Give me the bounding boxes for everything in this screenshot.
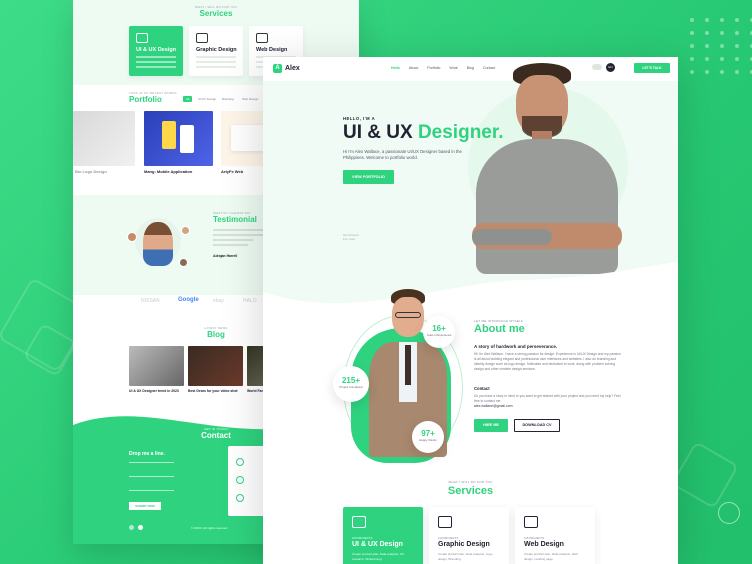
about-title: About me [474, 323, 525, 335]
client-avatar [179, 258, 188, 267]
service-tag: 115 PROJECTS [524, 536, 545, 540]
scroll-down-hint[interactable]: Scroll Down For more [343, 233, 359, 241]
nav-item-portfolio[interactable]: Portfolio [427, 66, 440, 70]
service-card-label: UI & UX Design [136, 47, 177, 53]
layers-icon [196, 33, 208, 43]
service-name: Web Design [524, 541, 564, 548]
stat-value: 215+ [341, 376, 361, 385]
social-icon[interactable] [138, 525, 143, 530]
download-cv-button[interactable]: DOWNLOAD CV [514, 419, 560, 432]
service-card-label: Graphic Design [196, 47, 237, 53]
service-card-web[interactable]: 115 PROJECTS Web Design Create product p… [515, 507, 595, 564]
service-name: Graphic Design [438, 541, 490, 548]
services-title: Services [199, 9, 233, 18]
service-card-ui-ux[interactable]: UI & UX Design [129, 26, 183, 76]
submit-button[interactable]: SUBMIT NOW [129, 502, 161, 510]
hero-greeting: HELLO, I'M A [343, 116, 376, 121]
testimonial-name: Adrajan Harrell [213, 254, 238, 258]
portfolio-item-title: ArtyFe Web [221, 169, 244, 174]
service-name: UI & UX Design [352, 541, 403, 548]
lets-talk-button[interactable]: LET'S TALK [634, 63, 670, 73]
services-tag: WHAT I WILL DO FOR YOU [448, 480, 493, 484]
about-subtitle: A story of hardwork and perseverance. [474, 344, 558, 349]
blog-thumb[interactable] [129, 346, 184, 386]
logo-icon: A [273, 64, 282, 73]
nav-item-about[interactable]: About [409, 66, 418, 70]
testimonial-quote [213, 229, 263, 246]
portfolio-tab-all[interactable]: All [183, 96, 193, 102]
blog-thumb[interactable] [188, 346, 243, 386]
service-desc: Create product plan. Data analysis, Logo… [438, 552, 493, 561]
client-logo: HALO [243, 298, 257, 304]
stat-label: Project Completed [339, 385, 363, 389]
layers-icon [438, 516, 452, 528]
stat-value: 16+ [432, 324, 446, 333]
ring-decoration [718, 502, 740, 524]
client-logo: ebay [213, 298, 224, 304]
contact-heading: Drop me a line. [129, 451, 165, 457]
social-icon[interactable] [129, 525, 134, 530]
footer-copyright: © 2023 | All rights reserved [191, 526, 228, 530]
hero-title-plain: UI & UX [343, 122, 418, 143]
stat-label: Years of Experience [426, 333, 452, 337]
service-card-graphic[interactable]: 120 PROJECTS Graphic Design Create produ… [429, 507, 509, 564]
brand-name: Alex [285, 65, 300, 72]
service-tag: 120 PROJECTS [438, 536, 459, 540]
service-tag: 100 PROJECTS [352, 536, 373, 540]
contact-label: Contact [474, 386, 490, 391]
portfolio-tab-web[interactable]: Web Design [239, 96, 261, 102]
monitor-icon [136, 33, 148, 43]
portfolio-thumb[interactable] [73, 111, 135, 166]
brand-logo[interactable]: A Alex [273, 64, 300, 73]
stat-badge-experience: 16+ Years of Experience [423, 316, 455, 348]
portfolio-item-title: Bio Logo Design [75, 169, 107, 174]
client-logo: NISSAN [141, 298, 160, 304]
service-card-graphic[interactable]: Graphic Design [189, 26, 243, 76]
stat-badge-clients: 97+ Happy Clients [412, 421, 444, 453]
portfolio-item-title: Mang: Mobile Application [144, 169, 193, 174]
hero-portrait [468, 61, 628, 274]
nav-item-hello[interactable]: Hello [391, 66, 400, 70]
services-title: Services [447, 485, 494, 497]
portfolio-tab-branding[interactable]: Branding [219, 96, 237, 102]
scroll-sub: For more [343, 237, 356, 241]
hero-description: Hi I'm Alex Wallace, a passionate UI/UX … [343, 149, 462, 160]
browser-icon [256, 33, 268, 43]
nav-item-work[interactable]: Work [449, 66, 457, 70]
client-avatar [127, 232, 137, 242]
testimonial-title: Testimonial [213, 215, 257, 224]
service-desc: Create product plan. Data analysis, UX r… [352, 552, 404, 561]
stat-badge-projects: 215+ Project Completed [333, 366, 369, 402]
contact-email[interactable]: alex.wallace@gmail.com [474, 404, 513, 408]
blog-post-title: Best Gears for your video shot [188, 389, 238, 393]
contact-paragraph: Do you have a story in mind or you want … [474, 394, 621, 403]
portfolio-title: Portfolio [129, 95, 162, 104]
testimonial-avatar [143, 222, 173, 266]
wave-divider [263, 262, 678, 322]
about-paragraph: Hi! I'm Alex Wallace. I have a strong pa… [474, 352, 621, 371]
browser-icon [524, 516, 538, 528]
view-portfolio-button[interactable]: VIEW PORTFOLIO [343, 170, 394, 184]
client-avatar [181, 226, 190, 235]
monitor-icon [352, 516, 366, 528]
stat-value: 97+ [421, 429, 435, 438]
service-desc: Create product plan. Data analysis, Web … [524, 552, 578, 561]
service-card-ui-ux[interactable]: 100 PROJECTS UI & UX Design Create produ… [343, 507, 423, 564]
service-card-label: Web Design [256, 47, 288, 53]
hire-me-button[interactable]: HIRE ME [474, 419, 508, 432]
dot-grid-decoration [690, 18, 752, 74]
stat-label: Happy Clients [419, 438, 437, 442]
blog-post-title: UI & UX Designer trend in 2023 [129, 389, 179, 393]
client-logo: Google [178, 297, 199, 303]
portfolio-thumb[interactable] [144, 111, 213, 166]
front-page: A Alex Hello About Portfolio Work Blog C… [263, 57, 678, 564]
portfolio-tab-uiux[interactable]: UI/UX Design [195, 96, 219, 102]
